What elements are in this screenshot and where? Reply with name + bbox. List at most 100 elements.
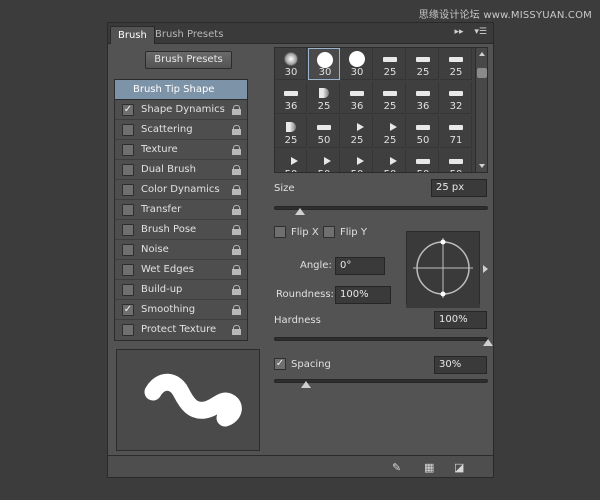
option-row[interactable]: Scattering: [115, 120, 247, 140]
bristle-brush-icon: [447, 86, 465, 100]
option-checkbox[interactable]: [122, 204, 134, 216]
option-checkbox[interactable]: [122, 144, 134, 156]
option-checkbox[interactable]: [122, 124, 134, 136]
brush-tip[interactable]: 50: [275, 150, 307, 172]
option-row[interactable]: Wet Edges: [115, 260, 247, 280]
brush-tip[interactable]: 36: [407, 82, 439, 114]
panel-menu-icon[interactable]: ▾☰: [474, 27, 487, 37]
lock-icon[interactable]: [232, 145, 241, 155]
size-slider-knob[interactable]: [294, 208, 305, 215]
option-row[interactable]: ✓ Shape Dynamics: [115, 100, 247, 120]
brush-tip-size: 50: [374, 169, 406, 172]
bristle-brush-icon: [381, 86, 399, 100]
hard-round-brush-icon: [316, 52, 334, 68]
size-slider-track[interactable]: [274, 206, 488, 210]
hardness-slider-track[interactable]: [274, 337, 488, 341]
brush-tip[interactable]: 50: [440, 150, 472, 172]
option-checkbox[interactable]: [122, 244, 134, 256]
brush-tip[interactable]: 25: [374, 82, 406, 114]
scroll-thumb[interactable]: [477, 68, 487, 78]
brush-tip-size: 25: [350, 135, 364, 146]
hardness-field[interactable]: 100%: [434, 311, 487, 329]
option-checkbox[interactable]: [122, 184, 134, 196]
option-row[interactable]: Color Dynamics: [115, 180, 247, 200]
size-field[interactable]: 25 px: [431, 179, 487, 197]
brush-tip[interactable]: 30: [308, 48, 340, 80]
brush-tip[interactable]: 50: [308, 116, 340, 148]
lock-icon[interactable]: [232, 305, 241, 315]
option-row[interactable]: Texture: [115, 140, 247, 160]
brush-tip[interactable]: 50: [308, 150, 340, 172]
flip-y-control[interactable]: Flip Y: [323, 226, 367, 238]
tip-grid-scrollbar[interactable]: [475, 48, 487, 172]
option-checkbox[interactable]: ✓: [122, 104, 134, 116]
brush-tip[interactable]: 50: [341, 150, 373, 172]
roundness-field[interactable]: 100%: [335, 286, 391, 304]
option-row[interactable]: Build-up: [115, 280, 247, 300]
brush-tip[interactable]: 30: [341, 48, 373, 80]
lock-icon[interactable]: [232, 205, 241, 215]
option-row[interactable]: Transfer: [115, 200, 247, 220]
brush-tip[interactable]: 25: [374, 48, 406, 80]
brush-presets-button[interactable]: Brush Presets: [145, 51, 232, 69]
lock-icon[interactable]: [232, 165, 241, 175]
brush-tip[interactable]: 32: [440, 82, 472, 114]
flip-x-control[interactable]: Flip X: [274, 226, 319, 238]
option-checkbox[interactable]: ✓: [122, 304, 134, 316]
flip-y-checkbox[interactable]: [323, 226, 335, 238]
option-checkbox[interactable]: [122, 324, 134, 336]
option-brush-tip-shape[interactable]: Brush Tip Shape: [115, 80, 247, 100]
lock-icon[interactable]: [232, 245, 241, 255]
lock-icon[interactable]: [232, 265, 241, 275]
lock-icon[interactable]: [232, 185, 241, 195]
brush-toggle-icon[interactable]: ✎: [392, 461, 401, 474]
brush-tip[interactable]: 25: [341, 116, 373, 148]
brush-tip-size: 25: [416, 67, 430, 78]
brush-tip[interactable]: 25: [407, 48, 439, 80]
new-preset-icon[interactable]: ◪: [454, 461, 464, 474]
option-row[interactable]: ✓ Smoothing: [115, 300, 247, 320]
option-row[interactable]: Protect Texture: [115, 320, 247, 340]
option-checkbox[interactable]: [122, 224, 134, 236]
lock-icon[interactable]: [232, 105, 241, 115]
spacing-slider-knob[interactable]: [301, 381, 312, 388]
brush-tip[interactable]: 30: [275, 48, 307, 80]
brush-tip[interactable]: 25: [440, 48, 472, 80]
scroll-up-icon[interactable]: [479, 52, 485, 56]
bristle-brush-icon: [447, 154, 465, 168]
angle-roundness-dial[interactable]: [406, 231, 488, 305]
scroll-down-icon[interactable]: [479, 164, 485, 168]
brush-tip[interactable]: 36: [275, 82, 307, 114]
option-row[interactable]: Noise: [115, 240, 247, 260]
lock-icon[interactable]: [232, 125, 241, 135]
option-label: Color Dynamics: [141, 184, 220, 195]
option-checkbox[interactable]: [122, 164, 134, 176]
brush-tip[interactable]: 50: [407, 150, 439, 172]
brush-tip[interactable]: 25: [275, 116, 307, 148]
lock-icon[interactable]: [232, 325, 241, 335]
brush-tip[interactable]: 25: [374, 116, 406, 148]
double-chevron-right-icon[interactable]: ▸▸: [454, 27, 463, 37]
hardness-slider-knob[interactable]: [483, 339, 493, 346]
spacing-field[interactable]: 30%: [434, 356, 487, 374]
angle-field[interactable]: 0°: [335, 257, 385, 275]
lock-icon[interactable]: [232, 225, 241, 235]
tab-brush-presets[interactable]: Brush Presets: [148, 26, 230, 44]
option-row[interactable]: Dual Brush: [115, 160, 247, 180]
angle-handle-icon[interactable]: [483, 265, 488, 273]
grid-icon[interactable]: ▦: [424, 461, 434, 474]
option-checkbox[interactable]: [122, 264, 134, 276]
flip-x-checkbox[interactable]: [274, 226, 286, 238]
lock-icon[interactable]: [232, 285, 241, 295]
brush-tip[interactable]: 71: [440, 116, 472, 148]
option-row[interactable]: Brush Pose: [115, 220, 247, 240]
brush-tip[interactable]: 50: [374, 150, 406, 172]
brush-tip[interactable]: 36: [341, 82, 373, 114]
brush-tip-size: 50: [317, 135, 331, 146]
spacing-control[interactable]: ✓ Spacing: [274, 358, 331, 370]
spacing-checkbox[interactable]: ✓: [274, 358, 286, 370]
pencil-brush-icon: [282, 154, 300, 168]
option-checkbox[interactable]: [122, 284, 134, 296]
brush-tip[interactable]: 25: [308, 82, 340, 114]
brush-tip[interactable]: 50: [407, 116, 439, 148]
